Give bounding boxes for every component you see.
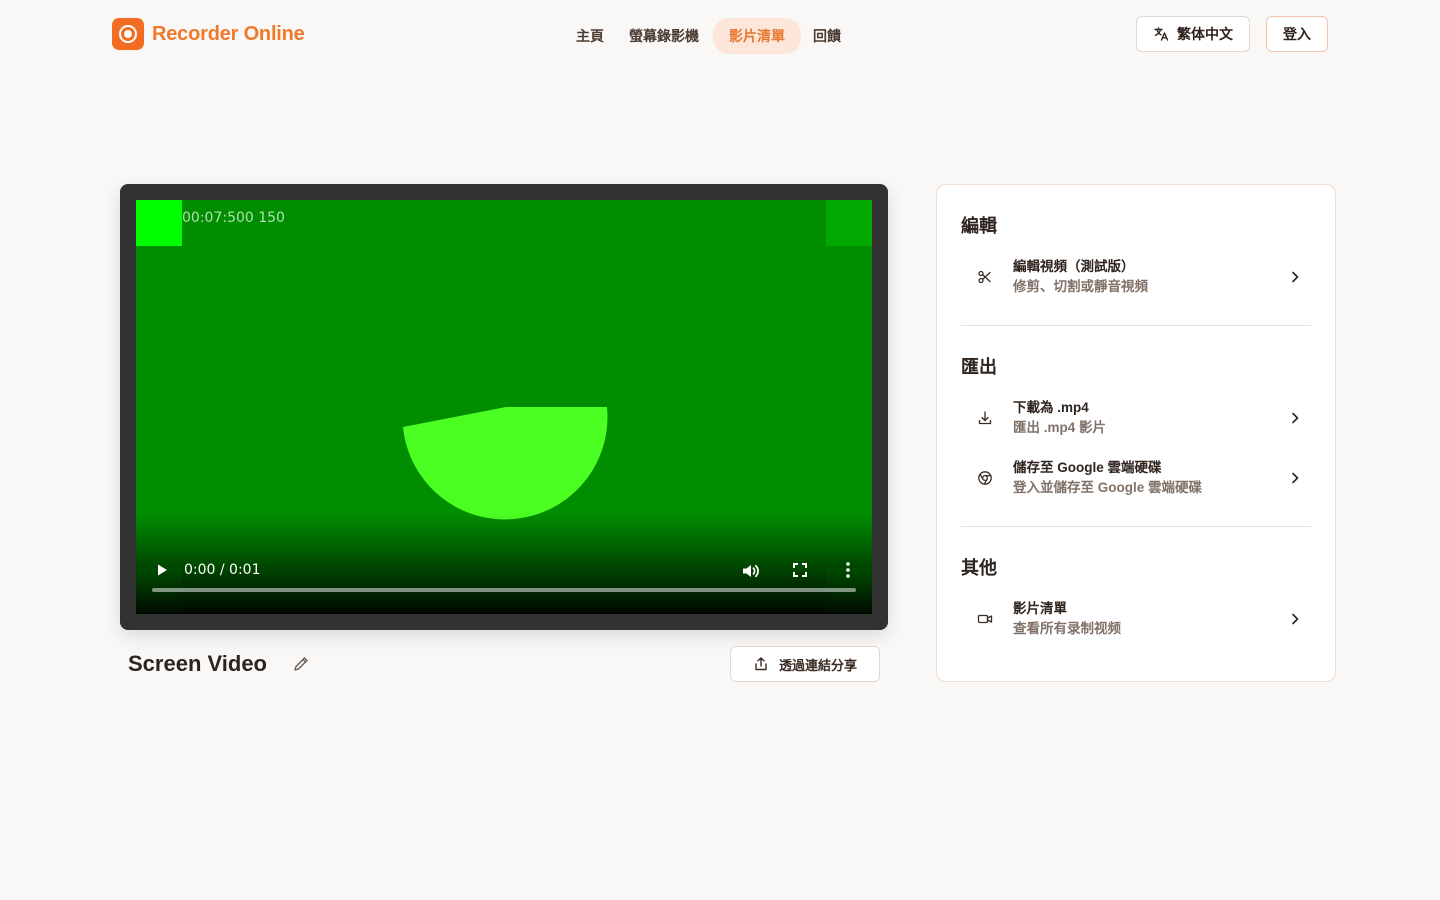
google-icon [978, 471, 992, 485]
action-title: 影片清單 [1013, 601, 1067, 616]
section-title-edit: 編輯 [961, 216, 997, 236]
action-title: 下載為 .mp4 [1013, 400, 1089, 415]
actions-panel: 編輯 編輯視頻（測試版） 修剪、切割或靜音視頻 匯出 下載為 .mp4 匯出 .… [936, 184, 1336, 682]
volume-button[interactable] [740, 560, 762, 582]
brand-name: Recorder Online [152, 22, 305, 45]
volume-icon [743, 564, 759, 578]
more-vertical-icon [846, 562, 850, 578]
action-title: 編輯視頻（測試版） [1013, 259, 1135, 274]
action-download-mp4[interactable]: 下載為 .mp4 匯出 .mp4 影片 [961, 394, 1313, 442]
main-nav: 主頁 螢幕錄影機 影片清單 回饋 [564, 18, 853, 54]
divider [961, 325, 1311, 326]
download-icon [978, 411, 992, 425]
video-camera-icon [977, 614, 993, 624]
play-icon [158, 564, 167, 576]
nav-feedback[interactable]: 回饋 [801, 18, 853, 54]
login-label: 登入 [1283, 26, 1311, 42]
action-edit-video[interactable]: 編輯視頻（測試版） 修剪、切割或靜音視頻 [961, 253, 1313, 301]
action-subtitle: 匯出 .mp4 影片 [1013, 420, 1107, 435]
progress-bar[interactable] [152, 588, 856, 592]
top-header: Recorder Online 主頁 螢幕錄影機 影片清單 回饋 繁体中文 登入 [0, 0, 1440, 68]
more-options-button[interactable] [838, 560, 858, 580]
fullscreen-button[interactable] [790, 560, 810, 580]
scissors-icon [978, 270, 991, 284]
chevron-right-icon [1292, 472, 1299, 484]
video-controls: 0:00 / 0:01 [136, 554, 872, 614]
time-display: 0:00 / 0:01 [184, 562, 261, 578]
edit-title-button[interactable] [292, 655, 310, 673]
action-subtitle: 修剪、切割或靜音視頻 [1013, 279, 1148, 294]
language-selector[interactable]: 繁体中文 [1136, 16, 1250, 52]
play-button[interactable] [152, 560, 172, 580]
action-title: 儲存至 Google 雲端硬碟 [1013, 460, 1162, 475]
video-player-frame: 00:07:500 150 0:00 / 0:01 [120, 184, 888, 630]
fullscreen-icon [793, 563, 807, 577]
action-video-list[interactable]: 影片清單 查看所有录制视频 [961, 595, 1313, 643]
section-title-other: 其他 [961, 558, 997, 578]
nav-video-list[interactable]: 影片清單 [713, 18, 801, 54]
nav-screen-recorder[interactable]: 螢幕錄影機 [617, 18, 711, 54]
chevron-right-icon [1292, 271, 1299, 283]
language-label: 繁体中文 [1177, 26, 1233, 42]
pencil-icon [294, 657, 308, 671]
translate-icon [1154, 27, 1169, 41]
brand-logo[interactable]: Recorder Online [112, 18, 305, 50]
login-button[interactable]: 登入 [1266, 16, 1328, 52]
chevron-right-icon [1292, 412, 1299, 424]
share-label: 透過連結分享 [778, 657, 857, 673]
action-save-google-drive[interactable]: 儲存至 Google 雲端硬碟 登入並儲存至 Google 雲端硬碟 [961, 454, 1313, 502]
share-link-button[interactable]: 透過連結分享 [730, 646, 880, 682]
chevron-right-icon [1292, 613, 1299, 625]
nav-home[interactable]: 主頁 [564, 18, 616, 54]
video-player[interactable]: 00:07:500 150 0:00 / 0:01 [136, 200, 872, 614]
action-subtitle: 查看所有录制视频 [1013, 621, 1121, 636]
record-logo-icon [112, 18, 144, 50]
section-title-export: 匯出 [961, 357, 997, 377]
share-icon [755, 657, 767, 671]
action-subtitle: 登入並儲存至 Google 雲端硬碟 [1013, 480, 1202, 495]
divider [961, 526, 1311, 527]
video-title: Screen Video [128, 651, 267, 676]
